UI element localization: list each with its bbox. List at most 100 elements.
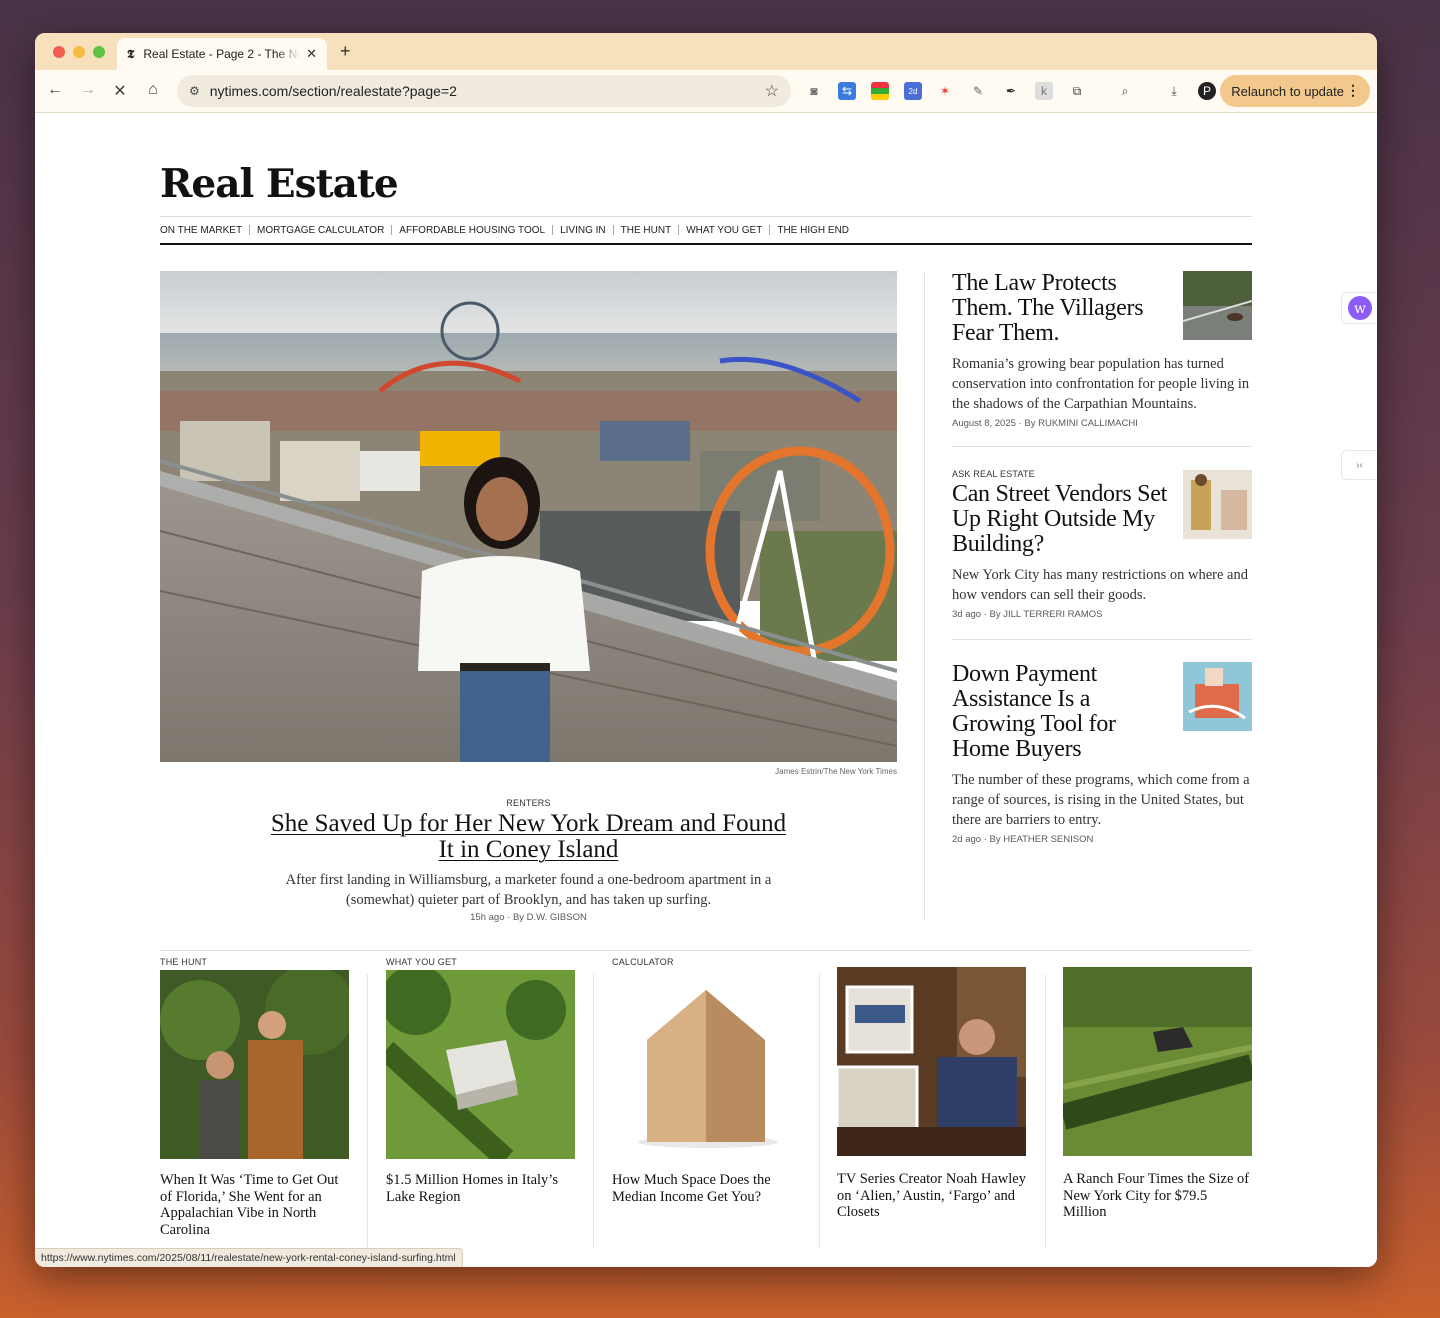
side-story-author: By RUKMINI CALLIMACHI <box>1024 418 1138 429</box>
home-icon[interactable]: ⌂ <box>143 81 163 99</box>
card-headline[interactable]: When It Was ‘Time to Get Out of Florida,… <box>160 1172 349 1238</box>
side-story-time: August 8, 2025 <box>952 418 1016 429</box>
bird-extension-icon[interactable]: ✶ <box>936 82 954 100</box>
section-subnav: ON THE MARKET MORTGAGE CALCULATOR AFFORD… <box>160 216 1252 245</box>
subnav-affordable-housing-tool[interactable]: AFFORDABLE HOUSING TOOL <box>399 225 545 236</box>
card-divider <box>1045 974 1046 1249</box>
side-story-summary: Romania’s growing bear population has tu… <box>952 356 1250 412</box>
side-story-time: 2d ago <box>952 834 982 845</box>
status-bar-url: https://www.nytimes.com/2025/08/11/reale… <box>35 1248 463 1267</box>
card-headline[interactable]: A Ranch Four Times the Size of New York … <box>1063 1171 1252 1221</box>
hero-photo-credit: James Estrin/The New York Times <box>775 767 897 776</box>
zoom-window-button[interactable] <box>93 46 105 58</box>
side-story-author: By JILL TERRERI RAMOS <box>989 609 1103 620</box>
minimize-window-button[interactable] <box>73 46 85 58</box>
hero-time: 15h ago <box>470 912 505 923</box>
section-divider <box>160 950 1252 951</box>
stop-icon[interactable]: ✕ <box>110 81 130 101</box>
hero-headline[interactable]: She Saved Up for Her New York Dream and … <box>265 811 792 863</box>
color-extension-icon[interactable] <box>871 82 889 100</box>
side-story-headline[interactable]: Down Payment Assistance Is a Growing Too… <box>952 662 1167 762</box>
close-window-button[interactable] <box>53 46 65 58</box>
card-image[interactable] <box>612 970 801 1159</box>
search-tabs-icon[interactable]: ⌕ <box>1116 82 1134 100</box>
browser-window: 𝕿 Real Estate - Page 2 - The New York Ti… <box>35 33 1377 1267</box>
card-headline[interactable]: TV Series Creator Noah Hawley on ‘Alien,… <box>837 1171 1026 1221</box>
story-card[interactable]: THE HUNT When It Was ‘Time to Get Out of… <box>160 954 349 1238</box>
relaunch-button[interactable]: Relaunch to update ⋮ <box>1220 75 1370 107</box>
forward-icon[interactable]: → <box>78 81 98 99</box>
close-tab-icon[interactable]: ✕ <box>306 46 317 62</box>
tab-bar: 𝕿 Real Estate - Page 2 - The New York Ti… <box>35 33 1377 70</box>
active-tab[interactable]: 𝕿 Real Estate - Page 2 - The New York Ti… <box>117 38 327 70</box>
story-card[interactable]: WHAT YOU GET $1.5 Million Homes in Italy… <box>386 954 575 1205</box>
story-card[interactable]: CALCULATOR How Much Space Does the Media… <box>612 954 801 1205</box>
story-card[interactable]: TV Series Creator Noah Hawley on ‘Alien,… <box>837 954 1026 1221</box>
pen-extension-icon[interactable]: ✒ <box>1002 82 1020 100</box>
side-story[interactable]: ASK REAL ESTATE Can Street Vendors Set U… <box>952 469 1252 620</box>
hero-image[interactable] <box>160 271 897 762</box>
card-headline[interactable]: $1.5 Million Homes in Italy’s Lake Regio… <box>386 1172 575 1205</box>
hero-kicker[interactable]: RENTERS <box>160 798 897 808</box>
extensions-puzzle-icon[interactable]: ⧉ <box>1068 82 1086 100</box>
svg-text:w: w <box>1354 301 1366 317</box>
section-title: Real Estate <box>160 161 399 207</box>
profile-avatar-icon[interactable]: P <box>1198 82 1216 100</box>
side-panel-toggle-icon[interactable]: ›‹ <box>1341 450 1377 480</box>
card-divider <box>593 974 594 1249</box>
subnav-the-high-end[interactable]: THE HIGH END <box>777 225 849 236</box>
card-headline[interactable]: How Much Space Does the Median Income Ge… <box>612 1172 801 1205</box>
side-story[interactable]: The Law Protects Them. The Villagers Fea… <box>952 271 1252 431</box>
side-story-thumbnail[interactable] <box>1183 271 1252 340</box>
nyt-favicon-icon: 𝕿 <box>127 46 135 61</box>
assistant-extension-icon[interactable]: w <box>1341 292 1377 324</box>
column-divider <box>924 271 925 921</box>
browser-toolbar: ← → ✕ ⌂ ⚙ nytimes.com/section/realestate… <box>35 70 1377 113</box>
address-bar[interactable]: ⚙ nytimes.com/section/realestate?page=2 … <box>177 75 791 107</box>
subnav-what-you-get[interactable]: WHAT YOU GET <box>686 225 762 236</box>
side-story-thumbnail[interactable] <box>1183 662 1252 731</box>
card-kicker[interactable]: THE HUNT <box>160 954 349 970</box>
side-story-time: 3d ago <box>952 609 982 620</box>
calendar-extension-icon[interactable]: 2d <box>904 82 922 100</box>
back-icon[interactable]: ← <box>45 81 65 99</box>
side-story[interactable]: Down Payment Assistance Is a Growing Too… <box>952 662 1252 852</box>
side-story-thumbnail[interactable] <box>1183 470 1252 539</box>
tab-title: Real Estate - Page 2 - The New York Time… <box>143 47 300 61</box>
star-icon[interactable]: ☆ <box>765 81 779 101</box>
side-divider <box>952 639 1252 640</box>
card-kicker[interactable]: CALCULATOR <box>612 954 801 970</box>
side-story-headline[interactable]: Can Street Vendors Set Up Right Outside … <box>952 482 1167 557</box>
hero-byline: 15h ago · By D.W. GIBSON <box>470 912 587 923</box>
card-image[interactable] <box>160 970 349 1159</box>
side-story-author: By HEATHER SENISON <box>989 834 1094 845</box>
feather-extension-icon[interactable]: ✎ <box>969 82 987 100</box>
subnav-living-in[interactable]: LIVING IN <box>560 225 606 236</box>
subnav-mortgage-calculator[interactable]: MORTGAGE CALCULATOR <box>257 225 384 236</box>
card-divider <box>367 974 368 1249</box>
relaunch-label: Relaunch to update <box>1231 83 1344 99</box>
side-story-byline: August 8, 2025 · By RUKMINI CALLIMACHI <box>952 418 1138 429</box>
new-tab-icon[interactable]: + <box>340 41 351 62</box>
download-icon[interactable]: ⤓ <box>1165 82 1183 100</box>
translate-extension-icon[interactable]: ⇆ <box>838 82 856 100</box>
card-divider <box>819 974 820 1249</box>
card-kicker[interactable]: WHAT YOU GET <box>386 954 575 970</box>
subnav-the-hunt[interactable]: THE HUNT <box>621 225 672 236</box>
subnav-on-the-market[interactable]: ON THE MARKET <box>160 225 242 236</box>
side-story-summary: The number of these programs, which come… <box>952 772 1250 828</box>
card-image[interactable] <box>1063 967 1252 1156</box>
side-story-byline: 3d ago · By JILL TERRERI RAMOS <box>952 609 1103 620</box>
url-text[interactable]: nytimes.com/section/realestate?page=2 <box>210 83 765 99</box>
side-story-summary: New York City has many restrictions on w… <box>952 567 1248 603</box>
story-card[interactable]: A Ranch Four Times the Size of New York … <box>1063 954 1252 1221</box>
hero-author: By D.W. GIBSON <box>512 912 587 923</box>
card-image[interactable] <box>837 967 1026 1156</box>
side-story-headline[interactable]: The Law Protects Them. The Villagers Fea… <box>952 271 1167 346</box>
menu-icon[interactable]: ⋮ <box>1346 82 1360 99</box>
tune-icon[interactable]: ⚙ <box>189 84 200 98</box>
side-divider <box>952 446 1252 447</box>
grey-extension-icon[interactable]: k <box>1035 82 1053 100</box>
card-image[interactable] <box>386 970 575 1159</box>
camera-icon[interactable]: ◙ <box>805 82 823 100</box>
